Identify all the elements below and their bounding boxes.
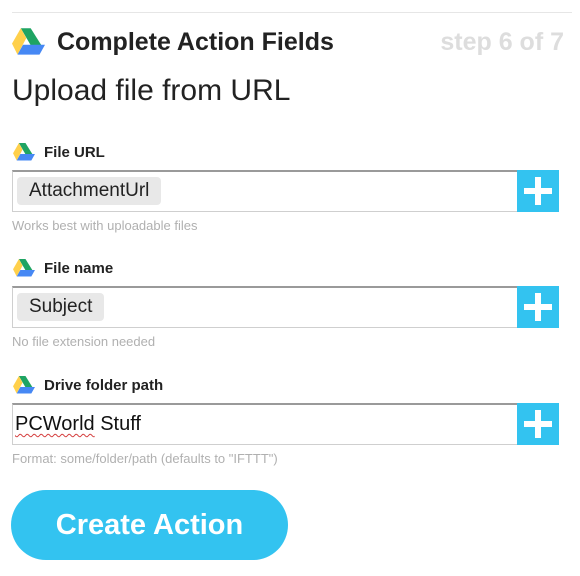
top-divider bbox=[12, 12, 572, 13]
create-action-button[interactable]: Create Action bbox=[11, 490, 288, 560]
google-drive-icon bbox=[13, 259, 35, 277]
step-indicator: step 6 of 7 bbox=[440, 28, 564, 56]
field-label: Drive folder path bbox=[44, 377, 164, 394]
add-ingredient-button[interactable] bbox=[517, 403, 559, 445]
ingredient-token[interactable]: AttachmentUrl bbox=[17, 177, 162, 205]
ingredient-token[interactable]: Subject bbox=[17, 293, 105, 321]
google-drive-icon bbox=[13, 376, 35, 394]
file-name-input[interactable]: Subject bbox=[12, 286, 555, 328]
page-title: Complete Action Fields bbox=[57, 28, 334, 56]
header: Complete Action Fields step 6 of 7 bbox=[12, 26, 568, 62]
drive-folder-path-input[interactable]: PCWorld Stuff bbox=[12, 403, 555, 445]
field-hint: Format: some/folder/path (defaults to "I… bbox=[12, 451, 278, 466]
add-ingredient-button[interactable] bbox=[517, 170, 559, 212]
field-label-row: File name bbox=[12, 258, 412, 280]
field-label: File name bbox=[44, 260, 114, 277]
add-ingredient-button[interactable] bbox=[517, 286, 559, 328]
folder-path-rest: Stuff bbox=[94, 413, 141, 435]
google-drive-icon bbox=[13, 143, 35, 161]
field-label: File URL bbox=[44, 144, 105, 161]
field-label-row: File URL bbox=[12, 142, 412, 164]
field-hint: No file extension needed bbox=[12, 334, 156, 349]
file-url-input[interactable]: AttachmentUrl bbox=[12, 170, 555, 212]
field-hint: Works best with uploadable files bbox=[12, 218, 198, 233]
spellcheck-word: PCWorld bbox=[15, 413, 95, 435]
field-label-row: Drive folder path bbox=[12, 375, 412, 397]
google-drive-icon bbox=[12, 28, 45, 55]
action-title: Upload file from URL bbox=[12, 74, 291, 107]
folder-path-value: PCWorld Stuff bbox=[15, 413, 141, 436]
